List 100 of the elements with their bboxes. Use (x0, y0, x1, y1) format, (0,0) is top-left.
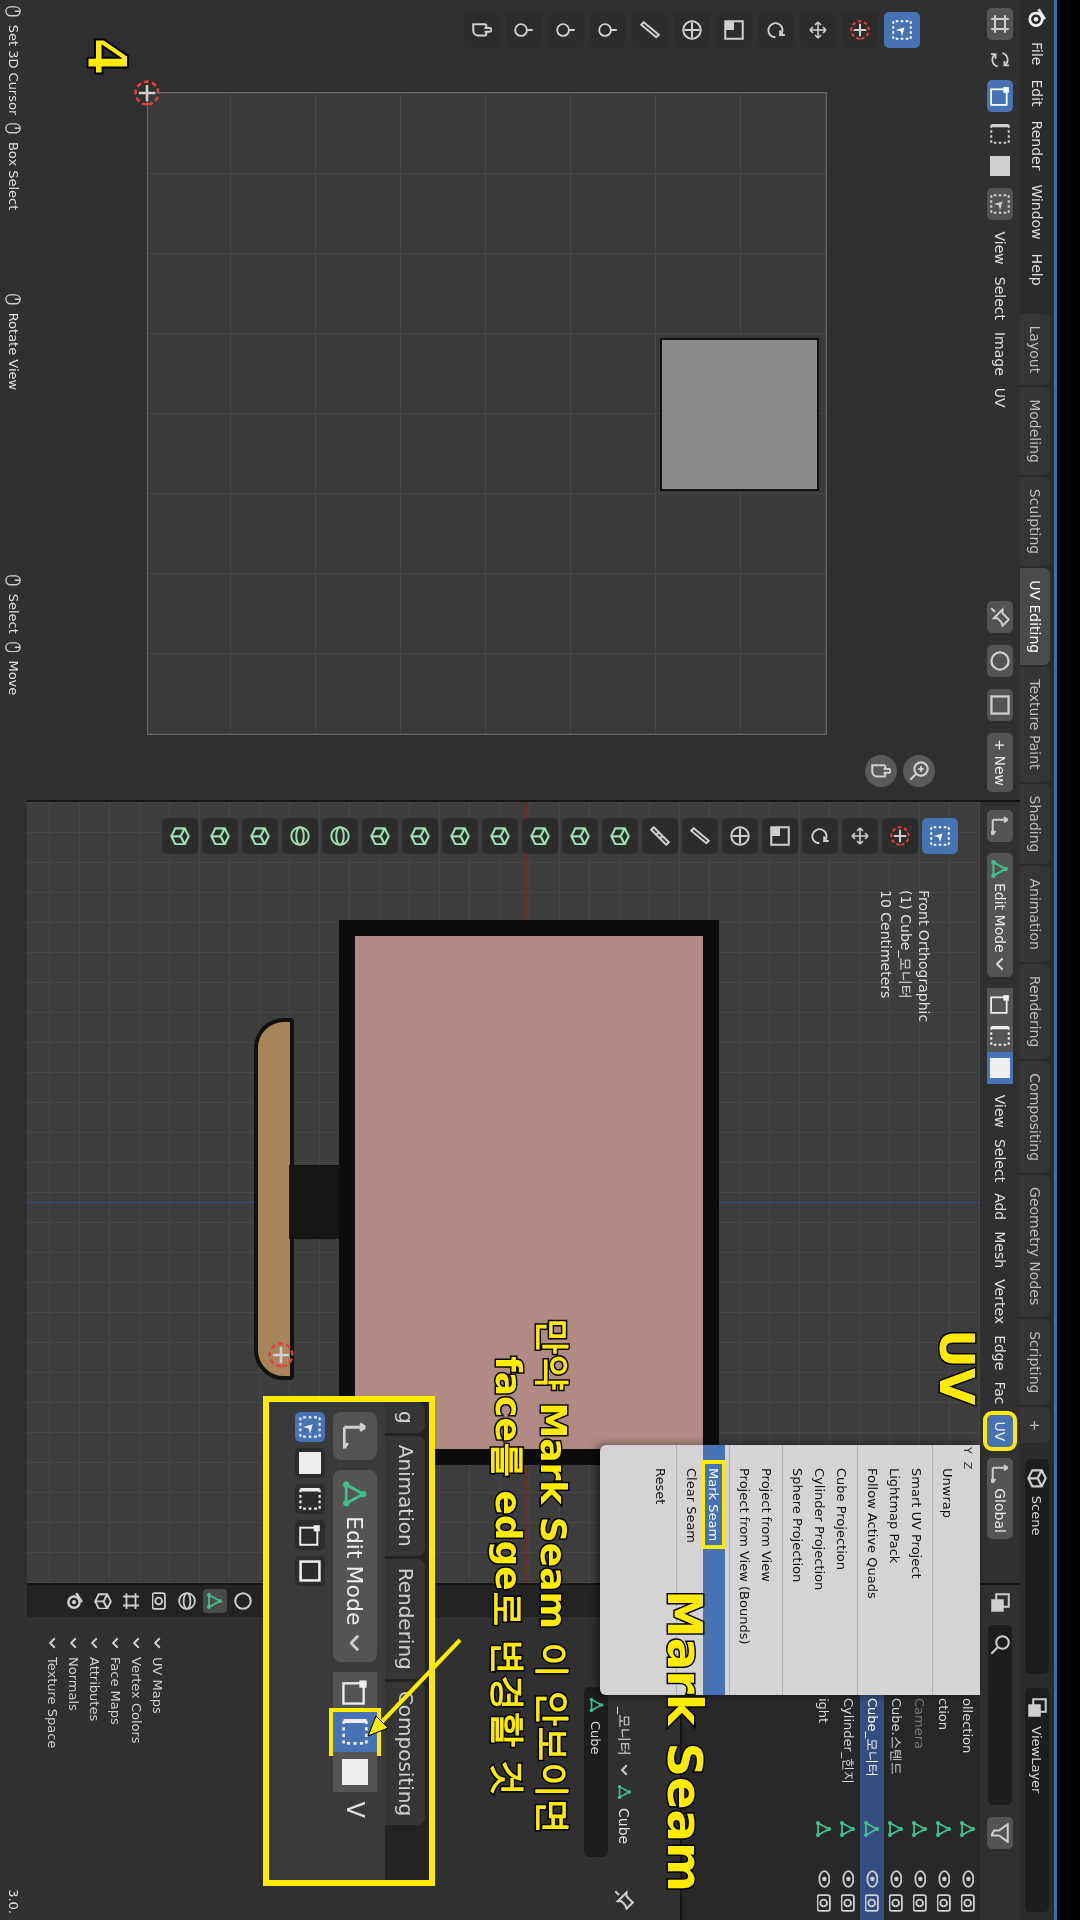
menu-item[interactable]: Vertex (992, 1279, 1008, 1325)
tool-button[interactable] (442, 818, 478, 854)
workspace-tab[interactable]: Animation (1020, 866, 1050, 962)
tool-button[interactable] (682, 818, 718, 854)
workspace-tab[interactable]: Texture Paint (1020, 667, 1050, 782)
breadcrumb-item[interactable]: Cube (616, 1808, 632, 1845)
collapsed-panel[interactable]: Normals (66, 1627, 81, 1910)
search-field[interactable] (988, 1625, 1012, 1805)
pivot-button[interactable] (987, 187, 1013, 220)
tool-button[interactable] (402, 818, 438, 854)
tool-button[interactable] (202, 818, 238, 854)
snap-button[interactable] (987, 601, 1013, 634)
menu-item[interactable]: Fac (992, 1381, 1008, 1405)
breadcrumb-item[interactable]: _모니터 (615, 1707, 633, 1756)
tool-button[interactable] (242, 818, 278, 854)
collapsed-panel[interactable]: Vertex Colors (129, 1627, 144, 1910)
workspace-tab[interactable]: Scripting (1020, 1319, 1050, 1406)
move-icon (850, 826, 870, 846)
workspace-tab[interactable]: Sculpting (1020, 476, 1050, 567)
properties-tab[interactable] (203, 1589, 227, 1613)
tool-button[interactable] (482, 818, 518, 854)
workspace-tab[interactable]: Rendering (1020, 963, 1050, 1060)
edge-select-icon (299, 1488, 321, 1510)
menu-item[interactable]: Add (992, 1193, 1008, 1221)
menu-item[interactable]: File (1029, 42, 1045, 66)
menu-item[interactable]: Image (992, 332, 1008, 376)
menu-item[interactable]: Cylinder Projection (809, 1445, 831, 1695)
object-name-field[interactable]: Cube (584, 1687, 608, 1857)
menu-item[interactable]: Project from View (Bounds) (734, 1445, 756, 1695)
workspace-tab[interactable]: UV Editing (1020, 568, 1050, 666)
menu-item[interactable]: Project from View (756, 1445, 778, 1695)
pan-button[interactable] (865, 755, 897, 787)
tool-button[interactable] (562, 818, 598, 854)
editor-type-button[interactable] (333, 1413, 377, 1460)
select-mode-button[interactable] (987, 79, 1013, 112)
workspace-tab[interactable]: Animation (385, 1435, 425, 1556)
workspace-tab[interactable]: Layout (1020, 313, 1050, 386)
filter-button[interactable] (987, 1817, 1013, 1849)
menu-item[interactable]: Help (1029, 253, 1045, 286)
outliner-row[interactable]: ollection (956, 1585, 980, 1920)
zoom-button[interactable] (903, 755, 935, 787)
tool-button[interactable] (322, 818, 358, 854)
menu-item[interactable]: UV (992, 387, 1008, 408)
tool-button[interactable] (522, 818, 558, 854)
properties-tab[interactable] (231, 1589, 255, 1613)
menu-item[interactable]: Window (1029, 184, 1045, 240)
tool-button[interactable] (282, 818, 318, 854)
menu-item[interactable]: Select (992, 276, 1008, 320)
editor-type-button[interactable] (987, 8, 1013, 40)
workspace-tab[interactable]: Rendering (385, 1558, 425, 1679)
workspace-tab[interactable]: Compositing (1020, 1061, 1050, 1174)
element-mode-button[interactable] (987, 1051, 1013, 1084)
workspace-tab[interactable]: Modeling (1020, 387, 1050, 475)
editor-type-button[interactable] (987, 810, 1013, 842)
menu-item[interactable]: Render (1029, 120, 1045, 171)
scene-field[interactable]: Scene (1025, 1459, 1049, 1675)
collapsed-panel[interactable]: Face Maps (108, 1627, 123, 1910)
tool-button[interactable] (762, 818, 798, 854)
add-tab-button[interactable]: + (1020, 1407, 1050, 1444)
select-mode-button[interactable] (295, 1520, 325, 1550)
menu-item[interactable]: View (992, 1094, 1008, 1128)
menu-item[interactable]: Mesh (992, 1231, 1008, 1269)
view-layer-field[interactable]: ViewLayer (1025, 1688, 1049, 1912)
workspace-tab[interactable]: Compositing (385, 1681, 425, 1826)
menu-item[interactable]: V (341, 1801, 369, 1818)
properties-tab[interactable] (175, 1589, 199, 1613)
tool-button[interactable] (722, 818, 758, 854)
logo-icon (1028, 8, 1046, 28)
select-mode-button[interactable] (295, 1448, 325, 1478)
menu-item[interactable]: Sphere Projection (787, 1445, 809, 1695)
orientation-dropdown[interactable]: Global (987, 1458, 1013, 1539)
tool-button[interactable] (162, 818, 198, 854)
image-browse-button[interactable] (987, 689, 1013, 722)
select-mode-button[interactable] (295, 1556, 325, 1586)
collapsed-panel[interactable]: UV Maps (150, 1627, 165, 1910)
tool-button[interactable] (642, 818, 678, 854)
mode-dropdown[interactable]: Edit Mode (987, 853, 1013, 977)
workspace-tab[interactable]: Shading (1020, 783, 1050, 865)
tool-button[interactable] (884, 12, 920, 48)
select-mode-button[interactable] (295, 1484, 325, 1514)
select-mode-button[interactable] (295, 1413, 325, 1442)
menu-item[interactable]: View (992, 231, 1008, 265)
mode-dropdown[interactable]: Edit Mode (333, 1470, 377, 1662)
tool-button[interactable] (602, 818, 638, 854)
element-mode-button[interactable] (987, 1019, 1013, 1052)
element-mode-button[interactable] (333, 1751, 377, 1792)
collapsed-panel[interactable]: Texture Space (45, 1627, 60, 1910)
tool-button[interactable] (362, 818, 398, 854)
tool-button[interactable] (842, 818, 878, 854)
tool-button[interactable] (802, 818, 838, 854)
tool-button[interactable] (922, 818, 958, 854)
menu-item[interactable]: Edit (1029, 79, 1045, 107)
tool-button[interactable] (882, 818, 918, 854)
proportional-button[interactable] (987, 645, 1013, 678)
new-image-button[interactable]: + New (987, 733, 1013, 792)
workspace-tab[interactable]: Geometry Nodes (1020, 1175, 1050, 1318)
element-mode-button[interactable] (987, 987, 1013, 1020)
collapsed-panel[interactable]: Attributes (87, 1627, 102, 1910)
menu-item[interactable]: Select (992, 1138, 1008, 1183)
menu-item[interactable]: Edge (992, 1335, 1008, 1371)
